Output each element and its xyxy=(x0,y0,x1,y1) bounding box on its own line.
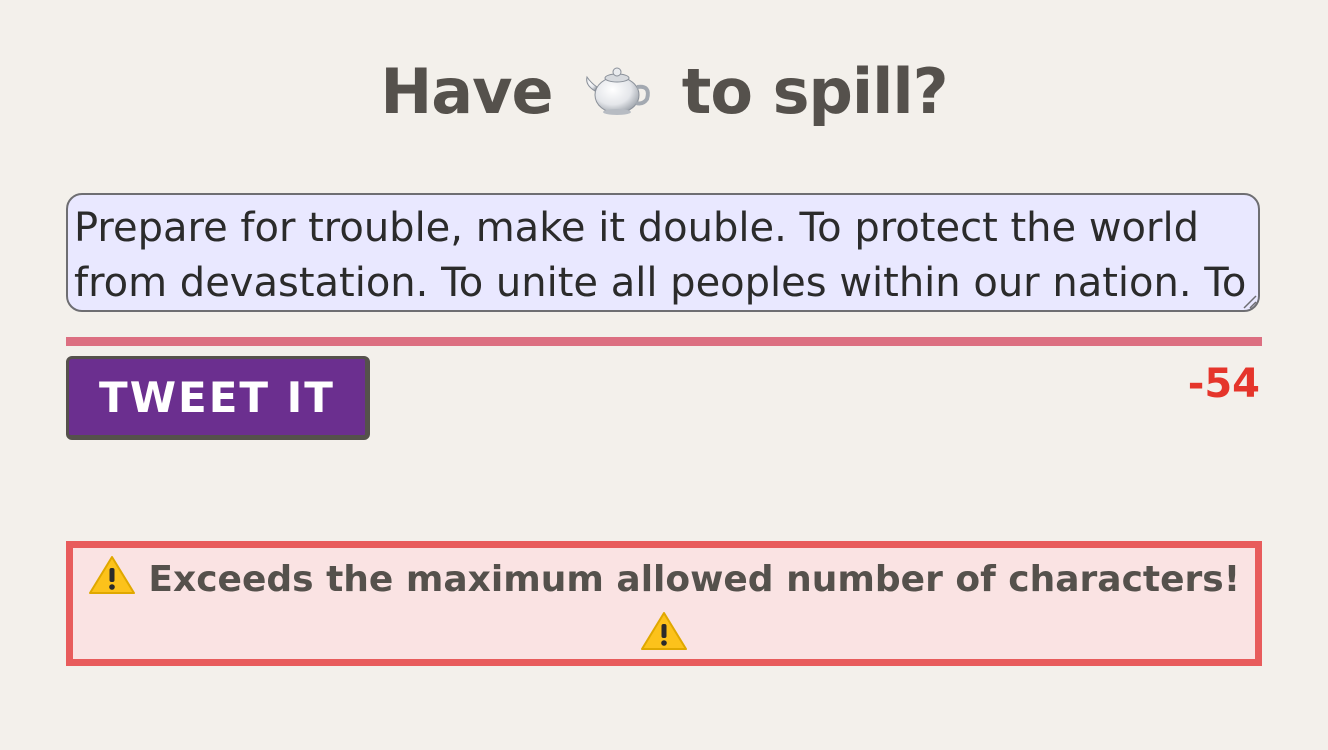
warning-message: Exceeds the maximum allowed number of ch… xyxy=(148,559,1241,600)
title-prefix: Have xyxy=(380,55,553,128)
warning-icon xyxy=(88,555,136,610)
page: Have to spill? Prepare for trouble, make… xyxy=(0,0,1328,750)
tweet-textarea[interactable]: Prepare for trouble, make it double. To … xyxy=(66,193,1260,312)
tweet-button[interactable]: TWEET IT xyxy=(66,356,370,440)
page-title: Have to spill? xyxy=(0,52,1328,136)
warning-banner: Exceeds the maximum allowed number of ch… xyxy=(66,541,1262,666)
resize-handle-icon[interactable] xyxy=(1241,293,1257,309)
title-suffix: to spill? xyxy=(681,55,949,128)
teapot-icon xyxy=(581,56,653,136)
character-progress-bar xyxy=(66,337,1262,346)
warning-icon xyxy=(640,611,688,666)
character-counter: -54 xyxy=(1187,361,1260,407)
